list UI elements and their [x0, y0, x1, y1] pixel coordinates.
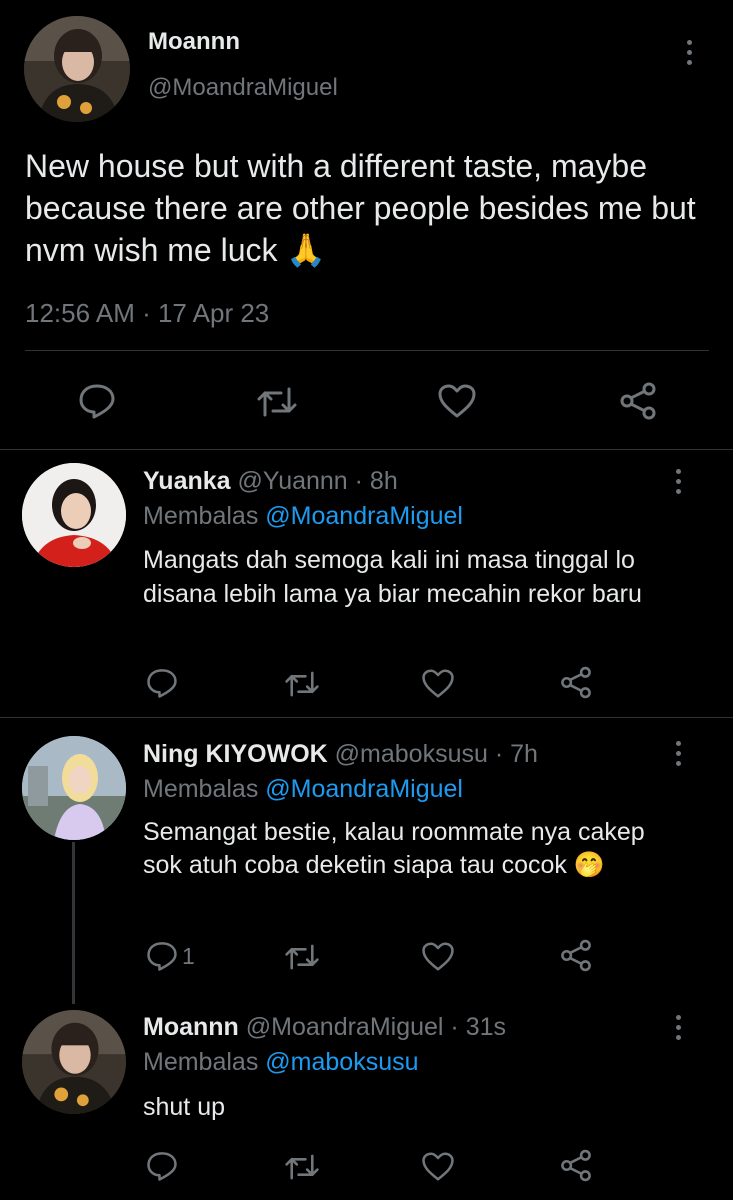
more-options-icon[interactable] — [675, 1015, 681, 1045]
retweet-icon[interactable] — [284, 1152, 320, 1182]
author-name[interactable]: Moannn — [148, 28, 240, 56]
reply-handle-time[interactable]: @maboksusu · 7h — [335, 740, 538, 768]
divider — [0, 717, 733, 718]
reply-icon[interactable] — [146, 940, 178, 972]
reply-count: 1 — [182, 943, 195, 969]
avatar[interactable] — [22, 463, 126, 567]
share-icon[interactable] — [559, 666, 593, 699]
more-options-icon[interactable] — [686, 40, 692, 70]
retweet-icon[interactable] — [284, 942, 320, 972]
reply-text: shut up — [143, 1093, 226, 1121]
reply-author-name[interactable]: Ning KIYOWOK — [143, 740, 328, 768]
tweet-timestamp[interactable]: 12:56 AM · 17 Apr 23 — [25, 298, 269, 329]
like-icon[interactable] — [437, 383, 477, 419]
reply-icon[interactable] — [78, 383, 116, 419]
avatar[interactable] — [24, 16, 130, 122]
tweet-body: New house but with a different taste, ma… — [25, 148, 696, 268]
like-icon[interactable] — [421, 1151, 455, 1182]
replying-to-handle[interactable]: @MoandraMiguel — [265, 502, 463, 530]
reply-handle-time[interactable]: @Yuannn · 8h — [238, 467, 398, 495]
replying-to: Membalas @MoandraMiguel — [143, 502, 463, 531]
reply-author-name[interactable]: Moannn — [143, 1013, 239, 1041]
more-options-icon[interactable] — [675, 741, 681, 771]
share-icon[interactable] — [559, 939, 593, 972]
share-icon[interactable] — [559, 1149, 593, 1182]
reply-author-name[interactable]: Yuanka — [143, 467, 231, 495]
hand-over-mouth-emoji: 🤭 — [573, 851, 605, 879]
like-icon[interactable] — [421, 668, 455, 699]
reply-handle-time[interactable]: @MoandraMiguel · 31s — [246, 1013, 506, 1041]
reply-icon[interactable] — [146, 1150, 178, 1182]
reply-text: Semangat bestie, kalau roommate nya cake… — [143, 816, 663, 882]
reply-header: Ning KIYOWOK @maboksusu · 7h — [143, 740, 538, 769]
pray-emoji: 🙏 — [286, 232, 327, 268]
retweet-icon[interactable] — [284, 669, 320, 699]
reply-body: Semangat bestie, kalau roommate nya cake… — [143, 818, 645, 879]
share-icon[interactable] — [618, 382, 658, 420]
tweet-text: New house but with a different taste, ma… — [25, 145, 705, 271]
retweet-icon[interactable] — [256, 385, 298, 419]
replying-to-label: Membalas — [143, 502, 259, 530]
reply-icon[interactable] — [146, 667, 178, 699]
replying-to-handle[interactable]: @MoandraMiguel — [265, 775, 463, 803]
avatar[interactable] — [22, 1010, 126, 1114]
reply-header: Moannn @MoandraMiguel · 31s — [143, 1013, 506, 1042]
avatar[interactable] — [22, 736, 126, 840]
author-handle[interactable]: @MoandraMiguel — [148, 74, 338, 102]
like-icon[interactable] — [421, 941, 455, 972]
reply-text: Mangats dah semoga kali ini masa tinggal… — [143, 546, 642, 608]
replying-to: Membalas @maboksusu — [143, 1048, 419, 1077]
replying-to-label: Membalas — [143, 775, 259, 803]
replying-to-handle[interactable]: @maboksusu — [265, 1048, 418, 1076]
thread-line — [72, 842, 75, 1004]
reply-header: Yuanka @Yuannn · 8h — [143, 467, 398, 496]
divider — [0, 449, 733, 450]
divider — [25, 350, 709, 351]
more-options-icon[interactable] — [675, 469, 681, 499]
replying-to-label: Membalas — [143, 1048, 259, 1076]
replying-to: Membalas @MoandraMiguel — [143, 775, 463, 804]
